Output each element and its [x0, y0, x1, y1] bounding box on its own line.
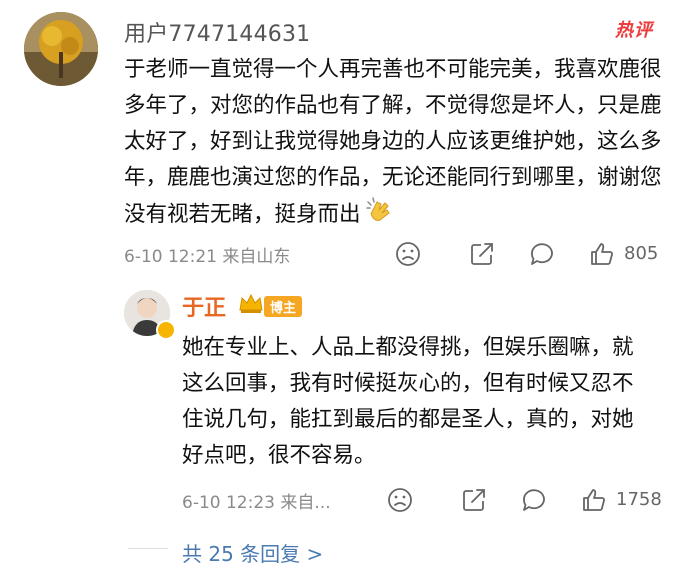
commenter-username[interactable]: 用户7747144631	[124, 16, 310, 48]
share-icon[interactable]	[460, 486, 488, 514]
comment-text: 于老师一直觉得一个人再完善也不可能完美，我喜欢鹿很多年了，对您的作品也有了解，不…	[124, 57, 662, 227]
comment-icon[interactable]	[528, 240, 556, 268]
reply-meta: 6-10 12:23 来自...	[182, 493, 331, 513]
verified-badge-icon	[156, 320, 176, 340]
reply-username[interactable]: 于正	[182, 290, 226, 322]
like-count: 1758	[616, 489, 662, 510]
comment-body: 于老师一直觉得一个人再完善也不可能完美，我喜欢鹿很多年了，对您的作品也有了解，不…	[124, 52, 664, 234]
commenter-avatar[interactable]	[24, 12, 98, 86]
more-replies-link[interactable]: 共 25 条回复 >	[182, 538, 323, 567]
owner-tag: 博主	[264, 296, 303, 317]
comment-meta: 6-10 12:21 来自山东	[124, 247, 291, 267]
clapping-hands-icon	[365, 196, 393, 234]
comment-icon[interactable]	[520, 486, 548, 514]
share-icon[interactable]	[468, 240, 496, 268]
like-count: 805	[624, 243, 659, 264]
dislike-face-icon[interactable]	[394, 240, 422, 268]
divider	[128, 548, 168, 549]
reply-body: 她在专业上、人品上都没得挑，但娱乐圈嘛，就这么回事，我有时候挺灰心的，但有时候又…	[182, 335, 634, 468]
hot-comment-badge: 热评	[615, 20, 653, 41]
like-thumb-icon[interactable]	[588, 240, 616, 268]
crown-icon	[238, 292, 264, 318]
dislike-face-icon[interactable]	[386, 486, 414, 514]
like-thumb-icon[interactable]	[580, 486, 608, 514]
